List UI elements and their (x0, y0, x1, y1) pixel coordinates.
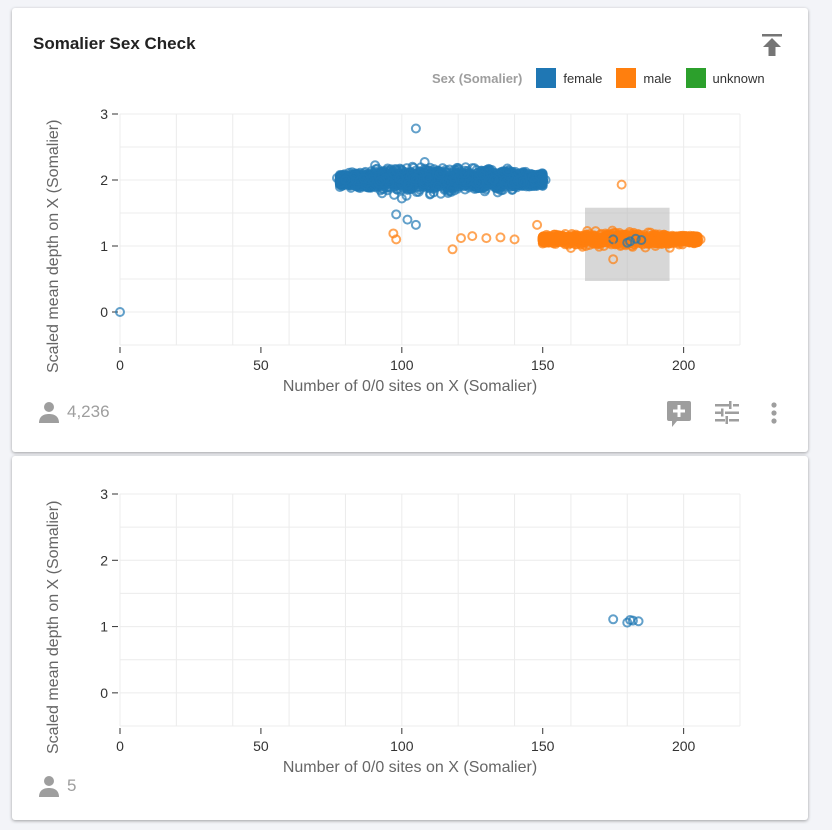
y-tick-label: 0 (100, 685, 108, 701)
y-tick-label: 3 (100, 486, 108, 502)
y-tick-label: 0 (100, 304, 108, 320)
x-tick-label: 100 (390, 738, 414, 754)
data-point (391, 209, 402, 220)
y-axis-label: Scaled mean depth on X (Somalier) (45, 501, 62, 754)
sample-count-value: 5 (67, 776, 77, 795)
sex-check-card: Somalier Sex Check Sex (Somalier) female… (12, 8, 808, 452)
person-icon (39, 776, 59, 797)
y-axis-label: Scaled mean depth on X (Somalier) (45, 120, 62, 373)
series-male (537, 225, 703, 253)
y-tick-label: 1 (100, 619, 108, 635)
data-point (467, 231, 478, 242)
data-point (410, 123, 421, 134)
y-tick-label: 3 (100, 106, 108, 122)
scatter-plot[interactable]: 0 50 100 150 200 0 1 2 3 Number of 0/0 sites on X… (12, 456, 808, 776)
data-point (481, 233, 492, 244)
x-tick-label: 50 (253, 738, 269, 754)
add-comment-icon[interactable] (666, 400, 692, 428)
y-tick-label: 1 (100, 238, 108, 254)
y-tick-label: 2 (100, 172, 108, 188)
grid (119, 493, 741, 727)
y-axis-label-group: Scaled mean depth on X (Somalier) (45, 501, 62, 754)
tune-icon[interactable] (714, 401, 740, 425)
x-axis-label: Number of 0/0 sites on X (Somalier) (283, 759, 537, 776)
data-point (616, 179, 627, 190)
y-tick-label: 2 (100, 552, 108, 568)
x-tick-label: 0 (116, 738, 124, 754)
data-point (633, 616, 644, 627)
series-female (334, 156, 548, 201)
data-point (532, 219, 543, 230)
subset-scatter-card: 0 50 100 150 200 0 1 2 3 Number of 0/0 sites on X… (12, 456, 808, 820)
person-icon (39, 402, 59, 423)
y-axis-label-group: Scaled mean depth on X (Somalier) (45, 120, 62, 373)
series-female-outliers (115, 123, 647, 317)
x-tick-label: 150 (531, 357, 555, 373)
scatter-plot[interactable]: 0 50 100 150 200 0 1 2 3 Number of 0/0 sites on X… (12, 8, 808, 408)
x-axis-label: Number of 0/0 sites on X (Somalier) (283, 378, 537, 395)
data-point (608, 614, 619, 625)
sample-count-value: 4,236 (67, 402, 110, 421)
more-vert-icon[interactable] (769, 401, 779, 425)
x-tick-label: 200 (672, 738, 696, 754)
x-tick-label: 100 (390, 357, 414, 373)
x-tick-label: 200 (672, 357, 696, 373)
x-tick-label: 0 (116, 357, 124, 373)
data-point (495, 232, 506, 243)
x-tick-label: 150 (531, 738, 555, 754)
series-female-outliers (608, 614, 644, 628)
data-point (410, 219, 421, 230)
sample-count: 5 (37, 774, 76, 798)
sample-count: 4,236 (37, 400, 110, 424)
data-point (402, 214, 413, 225)
x-tick-label: 50 (253, 357, 269, 373)
